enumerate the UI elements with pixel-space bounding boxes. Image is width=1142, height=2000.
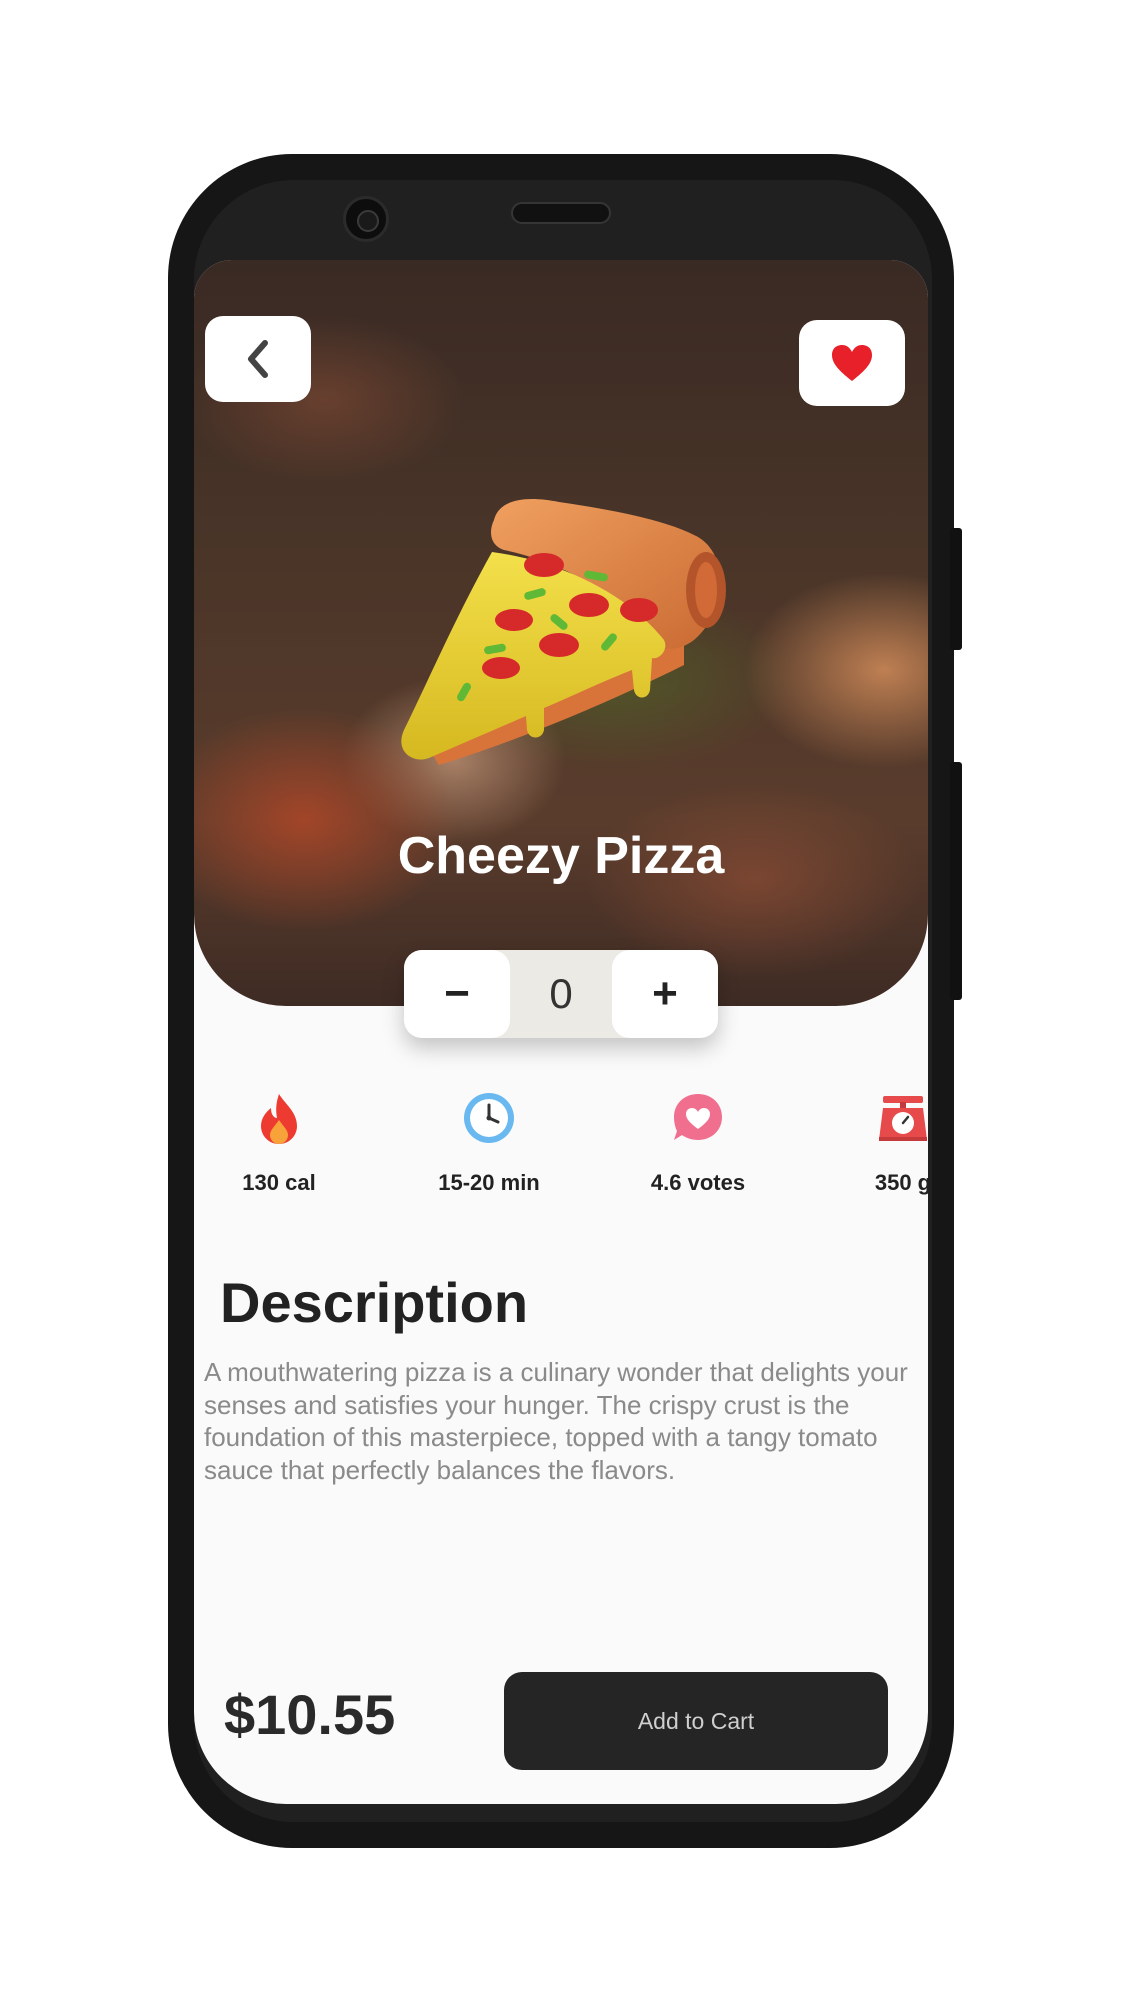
heart-bubble-icon — [674, 1094, 722, 1140]
favorite-button[interactable] — [799, 320, 905, 406]
scale-icon — [879, 1096, 927, 1141]
description-text: A mouthwatering pizza is a culinary wond… — [204, 1357, 908, 1485]
quantity-value: 0 — [549, 970, 573, 1017]
stat-label: 130 cal — [242, 1170, 316, 1195]
back-button[interactable] — [205, 316, 311, 402]
stat-label: 350 g — [874, 1170, 928, 1195]
pizza-image — [401, 499, 726, 765]
add-to-cart-button[interactable]: Add to Cart — [504, 1672, 888, 1770]
chevron-left-icon — [248, 340, 268, 378]
front-camera — [343, 196, 389, 242]
stat-votes: 4.6 votes — [618, 1090, 778, 1196]
increase-quantity-button[interactable]: + — [612, 950, 718, 1038]
stat-time: 15-20 min — [409, 1090, 569, 1196]
description-heading: Description — [220, 1271, 529, 1334]
clock-icon — [464, 1093, 514, 1143]
earpiece-speaker — [511, 202, 611, 224]
stat-calories: 130 cal — [199, 1090, 359, 1196]
stat-label: 15-20 min — [438, 1170, 540, 1195]
price: $10.55 — [224, 1683, 396, 1746]
product-title: Cheezy Pizza — [397, 827, 725, 885]
power-button — [950, 528, 962, 650]
hero-banner: Cheezy Pizza — [194, 260, 928, 1006]
stat-label: 4.6 votes — [650, 1170, 746, 1195]
fire-icon — [261, 1094, 297, 1144]
product-detail-screen: Cheezy Pizza − 0 + 130 cal 15-20 min 4.6… — [194, 260, 928, 1804]
volume-button — [950, 762, 962, 1000]
heart-icon — [832, 345, 872, 381]
decrease-quantity-button[interactable]: − — [404, 950, 510, 1038]
stat-weight: 350 g — [823, 1090, 928, 1196]
quantity-stepper: − 0 + — [404, 950, 718, 1038]
